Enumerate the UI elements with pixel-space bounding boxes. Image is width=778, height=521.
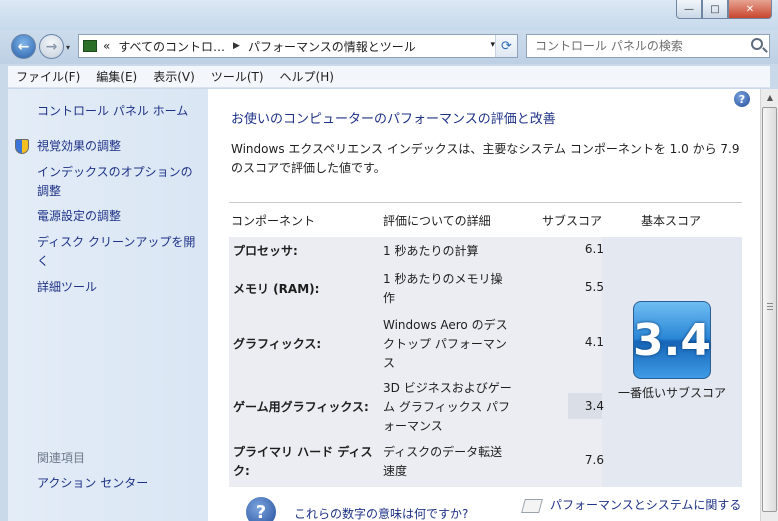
row-processor-score: 6.1 <box>584 242 604 256</box>
refresh-icon: ⟳ <box>501 38 512 54</box>
base-score-caption: 一番低いサブスコア <box>617 386 726 400</box>
breadcrumb-all-control-panel[interactable]: すべてのコントロ… <box>118 38 225 55</box>
scroll-thumb[interactable] <box>762 107 777 512</box>
row-graphics-score: 4.1 <box>584 335 604 349</box>
performance-info-link[interactable]: パフォーマンスとシステムに関する <box>550 496 741 513</box>
menu-bar: ファイル(F) 編集(E) 表示(V) ツール(T) ヘルプ(H) <box>8 66 770 88</box>
advanced-tools-link[interactable]: 詳細ツール <box>37 278 202 297</box>
action-center-link[interactable]: アクション センター <box>37 474 148 493</box>
search-icon[interactable] <box>751 38 763 50</box>
maximize-button[interactable]: □ <box>702 0 728 19</box>
row-gaming-graphics-label: ゲーム用グラフィックス: <box>233 400 369 414</box>
related-heading: 関連項目 <box>37 451 86 465</box>
header-subscore: サブスコア <box>542 214 603 228</box>
vertical-scrollbar[interactable]: ▲ <box>760 89 778 521</box>
breadcrumb-performance[interactable]: パフォーマンスの情報とツール <box>248 38 416 55</box>
scroll-up-icon[interactable]: ▲ <box>762 89 778 106</box>
forward-arrow-icon: → <box>45 38 58 55</box>
help-icon[interactable]: ? <box>734 91 750 107</box>
control-panel-icon <box>83 40 97 52</box>
row-memory-score: 5.5 <box>584 280 604 294</box>
row-hard-disk-score: 7.6 <box>584 453 604 467</box>
title-bar: — □ ✕ <box>0 0 778 30</box>
uac-shield-icon <box>15 139 29 154</box>
search-input[interactable] <box>527 35 737 57</box>
score-table: プロセッサ: 1 秒あたりの計算 6.1 メモリ (RAM): 1 秒あたりのメ… <box>229 237 742 487</box>
thumb-grip-icon <box>767 303 773 304</box>
refresh-button[interactable]: ⟳ <box>495 35 517 57</box>
row-memory-detail: 1 秒あたりのメモリ操作 <box>383 272 503 305</box>
back-button[interactable]: ← <box>11 34 36 59</box>
row-hard-disk-detail: ディスクのデータ転送速度 <box>383 445 503 478</box>
address-bar[interactable]: « すべてのコントロ… ▶ パフォーマンスの情報とツール ▾ ⟳ <box>78 34 518 58</box>
row-gaming-graphics-detail: 3D ビジネスおよびゲーム グラフィックス パフォーマンス <box>383 381 512 433</box>
row-graphics-label: グラフィックス: <box>233 337 322 351</box>
row-memory-label: メモリ (RAM): <box>233 282 320 296</box>
row-processor-label: プロセッサ: <box>233 244 298 258</box>
recent-pages-dropdown[interactable]: ▾ <box>66 43 70 52</box>
menu-view[interactable]: 表示(V) <box>145 68 203 85</box>
menu-file[interactable]: ファイル(F) <box>8 68 88 85</box>
header-base-score: 基本スコア <box>641 214 702 228</box>
task-pane: コントロール パネル ホーム 視覚効果の調整 インデックスのオプションの調整 電… <box>8 89 208 521</box>
row-gaming-graphics-score: 3.4 <box>584 399 604 413</box>
row-hard-disk-label: プライマリ ハード ディスク: <box>233 445 373 478</box>
address-overflow[interactable]: « <box>103 39 110 53</box>
visual-effects-link[interactable]: 視覚効果の調整 <box>37 137 202 156</box>
row-graphics-detail: Windows Aero のデスクトップ パフォーマンス <box>383 318 508 370</box>
question-icon[interactable]: ? <box>246 497 276 521</box>
close-button[interactable]: ✕ <box>728 0 772 19</box>
back-arrow-icon: ← <box>17 38 30 55</box>
page-description: Windows エクスペリエンス インデックスは、主要なシステム コンポーネント… <box>231 142 740 175</box>
minimize-button[interactable]: — <box>676 0 702 19</box>
forward-button[interactable]: → <box>39 34 64 59</box>
document-icon <box>521 499 543 513</box>
menu-edit[interactable]: 編集(E) <box>88 68 145 85</box>
menu-help[interactable]: ヘルプ(H) <box>272 68 342 85</box>
indexing-options-link[interactable]: インデックスのオプションの調整 <box>37 163 202 201</box>
disk-cleanup-link[interactable]: ディスク クリーンアップを開く <box>37 233 202 271</box>
power-settings-link[interactable]: 電源設定の調整 <box>37 207 202 226</box>
base-score-badge[interactable]: 3.4 <box>633 301 711 379</box>
breadcrumb-separator-icon[interactable]: ▶ <box>233 41 240 51</box>
window-controls: — □ ✕ <box>676 0 772 19</box>
menu-tools[interactable]: ツール(T) <box>203 68 272 85</box>
row-processor-detail: 1 秒あたりの計算 <box>383 244 479 258</box>
content-pane: ? お使いのコンピューターのパフォーマンスの評価と改善 Windows エクスペ… <box>208 89 760 521</box>
header-component: コンポーネント <box>231 214 316 228</box>
header-detail: 評価についての詳細 <box>383 214 491 228</box>
search-box[interactable] <box>526 34 770 58</box>
control-panel-home-link[interactable]: コントロール パネル ホーム <box>37 102 188 121</box>
page-title: お使いのコンピューターのパフォーマンスの評価と改善 <box>231 112 556 127</box>
table-top-rule <box>229 202 742 203</box>
what-do-numbers-mean-link[interactable]: これらの数字の意味は何ですか? <box>294 505 468 521</box>
